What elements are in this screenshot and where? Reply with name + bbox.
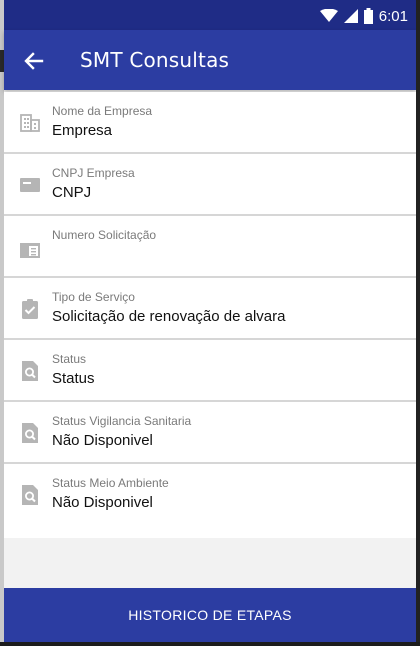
- field-value: Não Disponivel: [52, 494, 153, 511]
- field-cnpj: CNPJ Empresa CNPJ: [4, 154, 416, 216]
- arrow-left-icon: [24, 52, 44, 70]
- historico-etapas-button[interactable]: HISTORICO DE ETAPAS: [4, 588, 416, 642]
- field-status-meio-ambiente: Status Meio Ambiente Não Disponivel: [4, 464, 416, 526]
- status-bar: 6:01: [4, 0, 416, 30]
- back-button[interactable]: [18, 45, 50, 77]
- field-status: Status Status: [4, 340, 416, 402]
- search-document-icon: [22, 423, 38, 443]
- bottom-edge: [0, 642, 420, 646]
- status-icons: 6:01: [319, 6, 408, 26]
- field-numero-solicitacao: Numero Solicitação: [4, 216, 416, 278]
- field-label: Numero Solicitação: [52, 228, 157, 242]
- field-status-vigilancia: Status Vigilancia Sanitaria Não Disponiv…: [4, 402, 416, 464]
- field-label: Tipo de Serviço: [52, 290, 135, 304]
- search-document-icon: [22, 361, 38, 381]
- card-icon: [20, 178, 40, 192]
- clipboard-check-icon: [22, 299, 38, 319]
- field-value: CNPJ: [52, 184, 92, 201]
- field-label: Status Vigilancia Sanitaria: [52, 414, 192, 428]
- phone-screen: 6:01 SMT Consultas Nome da Empresa Empre…: [4, 0, 416, 646]
- search-document-icon: [22, 485, 38, 505]
- document-icon: [20, 243, 40, 258]
- status-time: 6:01: [378, 7, 408, 25]
- details-card: Nome da Empresa Empresa CNPJ Empresa CNP…: [4, 92, 416, 538]
- field-value: Não Disponivel: [52, 432, 153, 449]
- wifi-icon: [319, 9, 338, 22]
- field-label: Status: [52, 352, 87, 366]
- field-label: Nome da Empresa: [52, 104, 153, 118]
- field-tipo-servico: Tipo de Serviço Solicitação de renovação…: [4, 278, 416, 340]
- field-nome-empresa: Nome da Empresa Empresa: [4, 92, 416, 154]
- cell-signal-icon: [343, 9, 358, 23]
- right-edge: [416, 0, 420, 646]
- app-bar: SMT Consultas: [4, 30, 416, 90]
- battery-icon: [363, 8, 373, 24]
- app-title: SMT Consultas: [80, 48, 230, 72]
- field-value: Status: [52, 370, 95, 387]
- field-label: Status Meio Ambiente: [52, 476, 169, 490]
- field-value: Solicitação de renovação de alvara: [52, 308, 286, 325]
- screen-frame: 6:01 SMT Consultas Nome da Empresa Empre…: [0, 0, 420, 646]
- field-value: Empresa: [52, 122, 113, 139]
- building-icon: [20, 114, 40, 132]
- field-label: CNPJ Empresa: [52, 166, 135, 180]
